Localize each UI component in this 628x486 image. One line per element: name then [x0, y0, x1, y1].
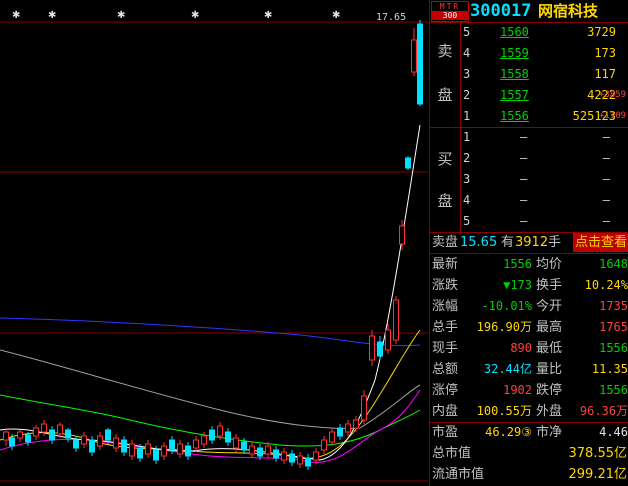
- stock-code[interactable]: 300017: [470, 0, 531, 22]
- marker-icon: ✱: [332, 10, 340, 21]
- candle-body: [249, 445, 255, 455]
- sell-label-2: 盘: [437, 86, 453, 104]
- candle-body: [337, 427, 343, 437]
- marker-icon: ✱: [191, 10, 199, 21]
- candle-body: [73, 439, 79, 449]
- candle-body: [89, 439, 95, 453]
- quote-stat-row: 涨停 1902 跌停 1556: [432, 383, 628, 398]
- candle-body: [177, 443, 183, 455]
- candle-body: [399, 225, 405, 245]
- candle-body: [273, 449, 279, 459]
- candle-body: [145, 443, 151, 455]
- candle-body: [81, 435, 87, 445]
- quote-stat-row: 涨跌 ▼173 换手 10.24%: [432, 278, 628, 293]
- candle-body: [393, 299, 399, 341]
- bid-row[interactable]: 2– –: [460, 148, 628, 169]
- candle-body: [361, 395, 367, 421]
- candle-body: [225, 431, 231, 443]
- bid-row[interactable]: 3– –: [460, 169, 628, 190]
- candle-body: [217, 425, 223, 437]
- candle-body: [3, 431, 9, 441]
- buy-label-1: 买: [437, 150, 453, 168]
- market-badge: MTR 300: [431, 1, 469, 22]
- candle-body: [161, 445, 167, 457]
- candle-body: [185, 445, 191, 457]
- candle-body: [297, 455, 303, 465]
- candle-body: [405, 157, 411, 169]
- quote-stat-row: 总手 196.90万 最高 1765: [432, 320, 628, 335]
- candle-body: [41, 423, 47, 433]
- quote-stat-row: 最新 1556 均价 1648: [432, 257, 628, 272]
- sell-summary: 卖盘 15.65 有 3912 手 点击查看: [432, 233, 628, 252]
- ask-row[interactable]: 3 1558 117: [460, 64, 628, 85]
- candle-body: [289, 453, 295, 463]
- candle-body: [121, 439, 127, 453]
- candle-body: [257, 447, 263, 457]
- candle-body: [281, 451, 287, 461]
- quote-stat-row: 现手 890 最低 1556: [432, 341, 628, 356]
- candle-body: [25, 434, 31, 443]
- view-detail-button[interactable]: 点击查看: [572, 233, 628, 252]
- marker-icon: ✱: [264, 10, 272, 21]
- candle-body: [57, 424, 63, 435]
- candle-body: [65, 429, 71, 439]
- candle-body: [105, 429, 111, 441]
- buy-label-2: 盘: [437, 192, 453, 210]
- candle-body: [385, 329, 391, 351]
- candle-body: [209, 429, 215, 441]
- bid-row[interactable]: 1– –: [460, 127, 628, 148]
- quote-panel: MTR 300 300017 网宿科技 卖 盘 5 1560 3729 4 1559 17…: [429, 0, 628, 486]
- sell-label-1: 卖: [437, 42, 453, 60]
- stock-header: MTR 300 300017 网宿科技: [430, 0, 628, 22]
- candle-body: [97, 435, 103, 447]
- float-market-cap: 流通市值 299.21亿: [432, 467, 627, 482]
- ask-row[interactable]: 5 1560 3729: [460, 22, 628, 43]
- bid-row[interactable]: 5– –: [460, 211, 628, 232]
- candle-body: [9, 437, 15, 447]
- candle-body: [169, 439, 175, 451]
- candle-body: [265, 445, 271, 455]
- candle-body: [113, 437, 119, 449]
- ask-row[interactable]: 2 1557 4222 +3859: [460, 85, 628, 106]
- candle-body: [193, 439, 199, 449]
- candle-body: [49, 429, 55, 441]
- candle-body: [329, 431, 335, 443]
- quote-stat-row: 市盈 46.29③ 市净 4.46: [432, 425, 628, 440]
- marker-icon: ✱: [117, 10, 125, 21]
- candle-body: [377, 341, 383, 357]
- candle-body: [241, 441, 247, 451]
- candle-body: [353, 419, 359, 429]
- kline-chart[interactable]: ✱ ✱ ✱ ✱ ✱ ✱ 17.65: [0, 0, 428, 486]
- candle-body: [201, 435, 207, 445]
- marker-icon: ✱: [48, 10, 56, 21]
- candle-body: [137, 447, 143, 459]
- price-high-label: 17.65: [376, 12, 406, 23]
- candle-body: [417, 23, 423, 105]
- candle-body: [321, 439, 327, 451]
- stock-name[interactable]: 网宿科技: [538, 0, 598, 22]
- candle-body: [129, 443, 135, 457]
- ask-row[interactable]: 4 1559 173: [460, 43, 628, 64]
- candle-body: [369, 335, 375, 361]
- candle-body: [345, 423, 351, 433]
- quote-stat-row: 内盘 100.55万 外盘 96.36万: [432, 404, 628, 419]
- ask-row[interactable]: 1 1556 525123 +1109: [460, 106, 628, 127]
- candle-body: [17, 431, 23, 439]
- candle-body: [153, 449, 159, 461]
- bid-row[interactable]: 4– –: [460, 190, 628, 211]
- candle-body: [411, 39, 417, 73]
- quote-stat-row: 涨幅 -10.01% 今开 1735: [432, 299, 628, 314]
- candle-body: [33, 427, 39, 437]
- candle-body: [313, 451, 319, 461]
- candle-body: [305, 457, 311, 467]
- marker-icon: ✱: [12, 10, 20, 21]
- candle-body: [233, 437, 239, 449]
- quote-stat-row: 总额 32.44亿 量比 11.35: [432, 362, 628, 377]
- total-market-cap: 总市值 378.55亿: [432, 446, 627, 461]
